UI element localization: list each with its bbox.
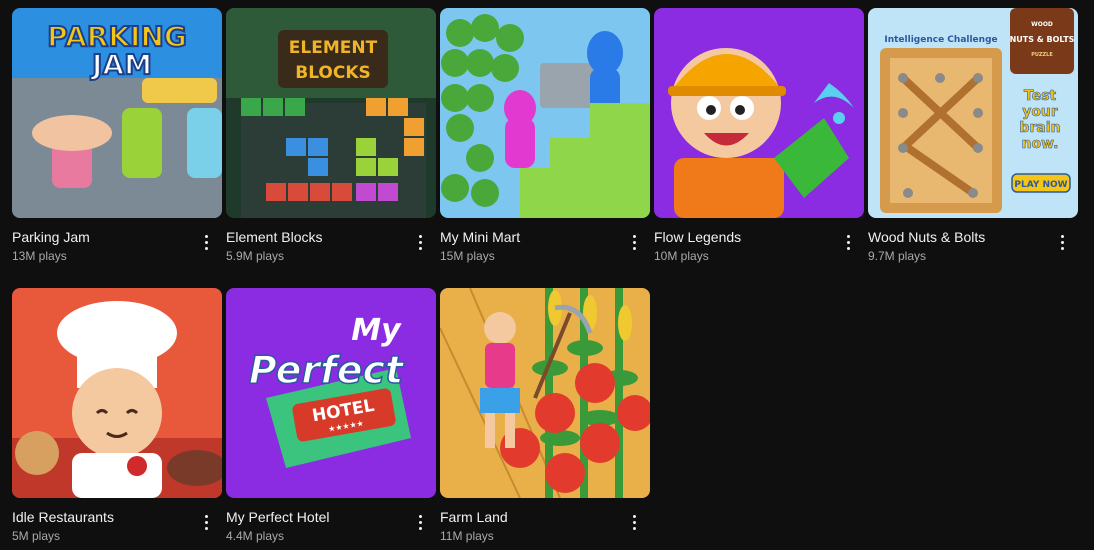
game-title[interactable]: Flow Legends — [654, 228, 834, 246]
art-title-line-2: JAM — [90, 48, 152, 81]
game-thumbnail[interactable]: My Perfect HOTEL ★★★★★ — [226, 288, 436, 498]
more-options-icon[interactable] — [836, 230, 860, 254]
more-options-icon[interactable] — [1050, 230, 1074, 254]
game-thumbnail[interactable] — [440, 8, 650, 218]
game-title[interactable]: Idle Restaurants — [12, 508, 192, 526]
play-count: 9.7M plays — [868, 249, 927, 263]
game-card-farm-land[interactable]: Farm Land 11M plays — [440, 288, 650, 550]
art-title-line-2: BLOCKS — [295, 63, 371, 83]
more-options-icon[interactable] — [622, 510, 646, 534]
art-cta-line-4: now. — [1022, 136, 1059, 152]
idle-restaurants-art — [12, 288, 222, 498]
art-logo-line-2: NUTS & BOLTS — [1010, 35, 1075, 44]
more-options-icon[interactable] — [194, 230, 218, 254]
art-title-line-2: Perfect — [249, 348, 405, 392]
art-play-now: PLAY NOW — [1014, 180, 1067, 190]
game-card-parking-jam[interactable]: PARKING JAM Parking Jam 13M plays — [12, 8, 222, 270]
game-thumbnail[interactable]: Intelligence Challenge WOOD NUTS & BOLTS… — [868, 8, 1078, 218]
my-perfect-hotel-art: My Perfect HOTEL ★★★★★ — [226, 288, 436, 498]
more-options-icon[interactable] — [408, 230, 432, 254]
game-title[interactable]: Element Blocks — [226, 228, 406, 246]
more-options-icon[interactable] — [408, 510, 432, 534]
play-count: 15M plays — [440, 249, 495, 263]
play-count: 5M plays — [12, 529, 61, 543]
game-card-flow-legends[interactable]: Flow Legends 10M plays — [654, 8, 864, 270]
flow-legends-art — [654, 8, 864, 218]
art-logo-line-1: WOOD — [1031, 21, 1053, 28]
art-tagline: Intelligence Challenge — [884, 35, 997, 45]
game-thumbnail[interactable] — [440, 288, 650, 498]
game-title[interactable]: My Perfect Hotel — [226, 508, 406, 526]
game-card-wood-nuts-bolts[interactable]: Intelligence Challenge WOOD NUTS & BOLTS… — [868, 8, 1078, 270]
game-thumbnail[interactable] — [12, 288, 222, 498]
games-grid: PARKING JAM Parking Jam 13M plays ELEMEN… — [0, 0, 1094, 550]
play-count: 5.9M plays — [226, 249, 285, 263]
art-title-line-1: ELEMENT — [289, 38, 378, 58]
game-card-element-blocks[interactable]: ELEMENT BLOCKS Element Blocks 5.9M plays — [226, 8, 436, 270]
art-title-line-1: My — [351, 313, 402, 348]
more-options-icon[interactable] — [622, 230, 646, 254]
game-title[interactable]: Farm Land — [440, 508, 620, 526]
art-cta-line-2: your — [1022, 104, 1058, 120]
art-cta-line-3: brain — [1019, 120, 1060, 136]
art-logo-line-3: PUZZLE — [1031, 52, 1053, 58]
game-card-my-mini-mart[interactable]: My Mini Mart 15M plays — [440, 8, 650, 270]
game-card-my-perfect-hotel[interactable]: My Perfect HOTEL ★★★★★ My Perfect Hotel … — [226, 288, 436, 550]
wood-nuts-bolts-art: Intelligence Challenge WOOD NUTS & BOLTS… — [868, 8, 1078, 218]
game-title[interactable]: Wood Nuts & Bolts — [868, 228, 1048, 246]
farm-land-art — [440, 288, 650, 498]
play-count: 10M plays — [654, 249, 709, 263]
art-cta-line-1: Test — [1024, 88, 1057, 104]
element-blocks-art: ELEMENT BLOCKS — [226, 8, 436, 218]
game-thumbnail[interactable] — [654, 8, 864, 218]
play-count: 13M plays — [12, 249, 67, 263]
game-title[interactable]: My Mini Mart — [440, 228, 620, 246]
game-card-idle-restaurants[interactable]: Idle Restaurants 5M plays — [12, 288, 222, 550]
my-mini-mart-art — [440, 8, 650, 218]
parking-jam-art: PARKING JAM — [12, 8, 222, 218]
play-count: 4.4M plays — [226, 529, 285, 543]
play-count: 11M plays — [440, 529, 494, 543]
game-title[interactable]: Parking Jam — [12, 228, 192, 246]
game-thumbnail[interactable]: ELEMENT BLOCKS — [226, 8, 436, 218]
game-thumbnail[interactable]: PARKING JAM — [12, 8, 222, 218]
more-options-icon[interactable] — [194, 510, 218, 534]
